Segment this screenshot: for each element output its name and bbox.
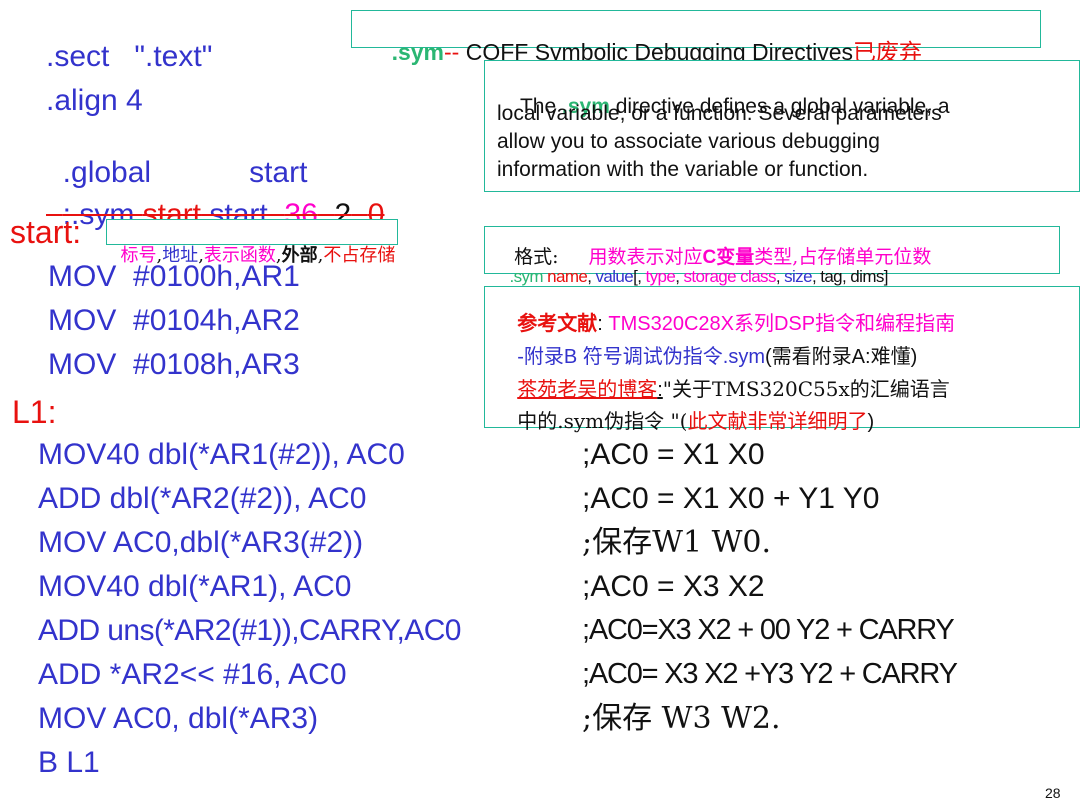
description-box: The .sym directive defines a global vari… [484, 60, 1080, 192]
ref-emphasis: 此文献非常详细明了 [687, 409, 868, 433]
instr-code-6: ADD *AR2<< #16, AC0 [38, 658, 347, 691]
format-box: 格式: 用数表示对应C变量类型,占存储单元位数 .sym name, value[… [484, 226, 1060, 285]
instr-comment-7: ;保存 W3 W2. [582, 701, 781, 736]
title-box: .sym-- COFF Symbolic Debugging Directive… [351, 10, 1041, 65]
page-number: 28 [1045, 785, 1061, 801]
instr-code-5: ADD uns(*AR2(#1)),CARRY,AC0 [38, 614, 461, 647]
syntax-comma-2: , [675, 267, 684, 286]
syntax-sym: .sym [509, 267, 548, 286]
ref-blog-title-2: 中的.sym伪指令 "( [517, 409, 688, 433]
ref-close-paren: ) [867, 411, 875, 433]
syntax-type: type [645, 267, 676, 286]
desc-line-3: allow you to associate various debugging [497, 130, 880, 153]
syntax-comma-4: , [811, 267, 821, 286]
syntax-name: name [547, 267, 588, 286]
syntax-tag: tag [820, 267, 843, 286]
syntax-dims: dims] [850, 267, 888, 286]
desc-line-4: information with the variable or functio… [497, 158, 869, 181]
sect-directive: .sect ".text" [46, 40, 213, 73]
syntax-value: value [595, 267, 634, 286]
instr-comment-4: ;AC0 = X3 X2 [582, 570, 765, 603]
align-directive: .align 4 [46, 84, 143, 117]
mov-line-3: MOV #0108h,AR3 [48, 348, 300, 381]
mov-line-2: MOV #0104h,AR2 [48, 304, 300, 337]
title-sym: .sym [391, 39, 444, 65]
instr-code-4: MOV40 dbl(*AR1), AC0 [38, 570, 352, 603]
instr-comment-1: ;AC0 = X1 X0 [582, 438, 765, 471]
instr-code-2: ADD dbl(*AR2(#2)), AC0 [38, 482, 367, 515]
instr-comment-6: ;AC0= X3 X2 +Y3 Y2 + CARRY [582, 658, 958, 690]
instr-code-1: MOV40 dbl(*AR1(#2)), AC0 [38, 438, 405, 471]
instr-comment-2: ;AC0 = X1 X0 + Y1 Y0 [582, 482, 880, 515]
syntax-size: size [784, 267, 812, 286]
mov-line-1: MOV #0100h,AR1 [48, 260, 300, 293]
l1-label: L1: [12, 394, 57, 430]
syntax-storage: storage class [683, 267, 777, 286]
branch-line: B L1 [38, 746, 100, 779]
instr-comment-5: ;AC0=X3 X2 + 00 Y2 + CARRY [582, 614, 955, 646]
instr-code-3: MOV AC0,dbl(*AR3(#2)) [38, 526, 364, 559]
syntax-bracket: [, [633, 267, 646, 286]
instr-comment-3: ;保存W1 W0. [582, 525, 772, 560]
start-label: start: [10, 214, 82, 250]
syntax-comma-3: , [775, 267, 785, 286]
instr-code-7: MOV AC0, dbl(*AR3) [38, 702, 319, 735]
start-note: 标号,地址,表示函数,外部,不占存储 [106, 219, 399, 266]
reference-box: 参考文献: TMS320C28X系列DSP指令和编程指南 -附录B 符号调试伪指… [484, 286, 1080, 432]
note-nostore: 不占存储 [323, 245, 396, 266]
title-dashes: -- [444, 39, 460, 65]
desc-line-2: local variable, or a function. Several p… [497, 102, 942, 125]
